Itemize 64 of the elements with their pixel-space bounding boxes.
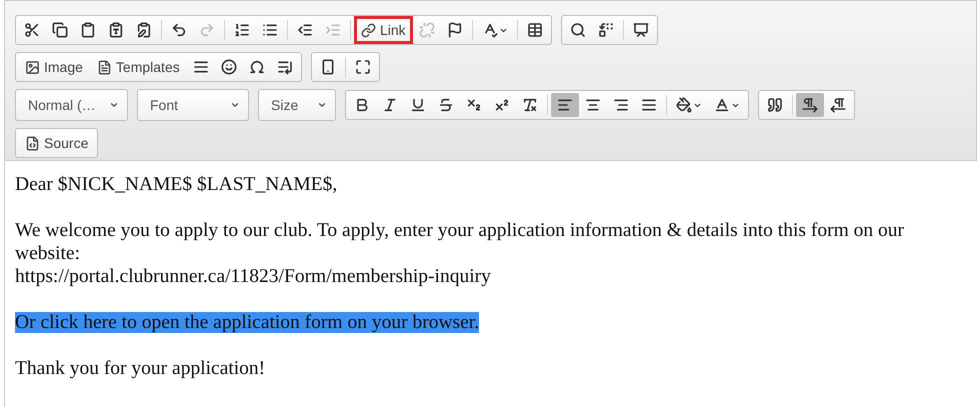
left-to-right-icon (802, 97, 818, 113)
align-center-icon (585, 97, 601, 113)
page-break-icon (276, 59, 293, 75)
outdent-icon (297, 22, 313, 38)
copy-icon (52, 22, 68, 38)
bold-icon (354, 97, 370, 113)
toolbar-button[interactable]: Templates (90, 53, 187, 81)
button-label: Templates (116, 59, 180, 75)
show-blocks-icon (632, 22, 649, 38)
toolbar-button[interactable]: Source (18, 129, 96, 157)
toolbar-button[interactable]: Image (18, 53, 90, 81)
caret-icon (317, 100, 327, 110)
button-label: Source (44, 135, 88, 151)
flag-icon (446, 22, 463, 38)
selected-text: Or click here to open the application form on your browser. (15, 312, 480, 333)
smiley-icon (220, 59, 237, 75)
replace-icon (598, 22, 614, 38)
dropdown[interactable]: Size (258, 89, 336, 121)
clipboard-word-icon (136, 22, 152, 38)
align-left-icon (557, 97, 573, 113)
paragraph-text: Dear $NICK_NAME$ $LAST_NAME$, (15, 174, 338, 195)
subscript-icon (466, 97, 482, 113)
preview-icon (320, 59, 336, 75)
search-icon (570, 22, 586, 38)
indent-icon (325, 22, 341, 38)
maximize-icon (354, 59, 371, 75)
text-color-icon (714, 97, 730, 113)
underline-icon (410, 97, 426, 113)
button-label: Image (44, 59, 83, 75)
left-to-right-button[interactable] (796, 93, 824, 117)
caret-icon (230, 100, 240, 110)
document-icon (96, 60, 112, 74)
quote-icon (767, 97, 783, 113)
scissors-icon (24, 22, 40, 38)
clipboard-icon (80, 22, 96, 38)
source-icon (25, 136, 40, 150)
numbered-list-icon (234, 22, 250, 38)
align-right-icon (613, 97, 629, 113)
italic-icon (382, 97, 398, 113)
omega-icon (248, 59, 265, 75)
paragraph-text: https://portal.clubrunner.ca/11823/Form/membership-inquiry (15, 266, 491, 287)
dropdown[interactable]: Font (137, 89, 249, 121)
unlink-icon (418, 22, 435, 38)
caret-icon (109, 100, 119, 110)
superscript-icon (494, 97, 510, 113)
align-left-button[interactable] (551, 93, 579, 117)
table-icon (526, 22, 543, 38)
paragraph-text: We welcome you to apply to our club. To apply, enter your application information & details into this form on our website: (15, 220, 904, 264)
align-justify-icon (641, 97, 657, 113)
link-icon (361, 22, 376, 38)
clipboard-text-icon (108, 22, 124, 38)
image-icon (25, 60, 40, 74)
right-to-left-icon (830, 97, 846, 113)
dropdown[interactable]: Normal (… (15, 89, 128, 121)
toolbar-button[interactable]: Link (354, 16, 413, 44)
undo-icon (171, 22, 187, 38)
paragraph-text: Thank you for your application! (15, 358, 266, 379)
horizontal-line-icon (192, 59, 209, 75)
background-color-icon (676, 97, 692, 113)
remove-format-icon (522, 97, 538, 113)
bullet-list-icon (262, 22, 278, 38)
button-label: Link (380, 22, 406, 38)
strikethrough-icon (438, 97, 454, 113)
redo-icon (199, 22, 215, 38)
